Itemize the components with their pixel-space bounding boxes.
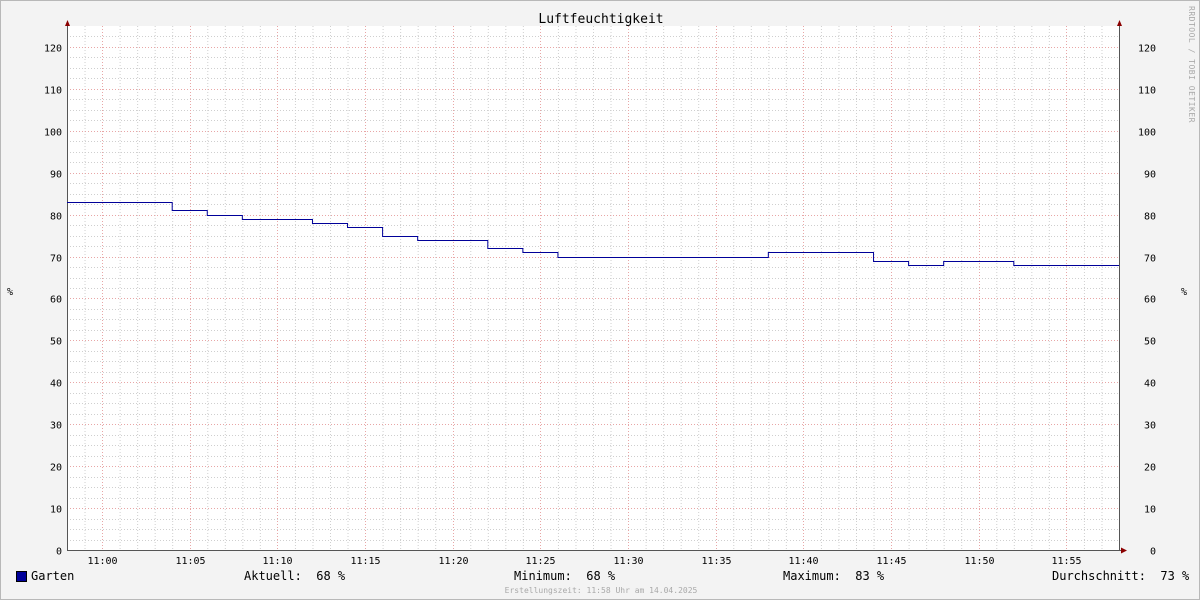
legend: Garten Aktuell: 68 % Minimum: 68 % Maxim… xyxy=(1,569,1200,585)
x-tick-label: 11:45 xyxy=(876,556,906,567)
y-tick-label: 60 xyxy=(1144,295,1156,306)
creation-time-footer: Erstellungszeit: 11:58 Uhr am 14.04.2025 xyxy=(504,586,698,595)
y-tick-label: 0 xyxy=(56,547,62,558)
x-tick-label: 11:15 xyxy=(350,556,380,567)
x-tick-label: 11:10 xyxy=(262,556,292,567)
y-tick-label: 100 xyxy=(1138,128,1156,139)
legend-series-name: Garten xyxy=(31,569,75,583)
y-tick-label: 20 xyxy=(50,463,62,474)
y-tick-label: 30 xyxy=(50,421,62,432)
y-tick-label: 10 xyxy=(50,505,62,516)
y-tick-labels-right: 0 10 20 30 40 50 60 70 80 90 100 110 120 xyxy=(1138,44,1156,558)
y-tick-label: 110 xyxy=(44,86,62,97)
y-tick-label: 50 xyxy=(50,337,62,348)
x-tick-label: 11:35 xyxy=(701,556,731,567)
y-tick-label: 90 xyxy=(50,170,62,181)
x-tick-labels: 11:00 11:05 11:10 11:15 11:20 11:25 11:30 11:35… xyxy=(87,556,1081,567)
y-tick-label: 70 xyxy=(1144,254,1156,265)
y-axis-label-left: % xyxy=(7,287,14,298)
x-tick-label: 11:20 xyxy=(438,556,468,567)
y-tick-label: 20 xyxy=(1144,463,1156,474)
y-tick-labels-left: 0 10 20 30 40 50 60 70 80 90 100 110 120 xyxy=(44,44,62,558)
y-tick-label: 120 xyxy=(1138,44,1156,55)
stat-current: Aktuell: 68 % xyxy=(244,569,346,583)
y-tick-label: 60 xyxy=(50,295,62,306)
y-tick-label: 120 xyxy=(44,44,62,55)
y-tick-label: 50 xyxy=(1144,337,1156,348)
y-tick-label: 100 xyxy=(44,128,62,139)
y-tick-label: 70 xyxy=(50,254,62,265)
x-tick-label: 11:40 xyxy=(788,556,818,567)
y-tick-label: 110 xyxy=(1138,86,1156,97)
legend-swatch-garten xyxy=(16,571,27,582)
y-tick-label: 30 xyxy=(1144,421,1156,432)
x-axis-arrow xyxy=(1121,547,1127,554)
x-tick-label: 11:05 xyxy=(175,556,205,567)
y-tick-label: 90 xyxy=(1144,170,1156,181)
x-tick-label: 11:55 xyxy=(1051,556,1081,567)
chart-title: Luftfeuchtigkeit xyxy=(538,12,664,27)
x-tick-label: 11:25 xyxy=(525,556,555,567)
x-tick-label: 11:00 xyxy=(87,556,117,567)
x-tick-label: 11:30 xyxy=(613,556,643,567)
y-axis-label-right: % xyxy=(1181,287,1188,298)
y-tick-label: 40 xyxy=(50,379,62,390)
y-tick-label: 40 xyxy=(1144,379,1156,390)
chart-canvas: 0 10 20 30 40 50 60 70 80 90 100 110 120 0 10 20 30 40 50… xyxy=(44,20,1156,567)
y-tick-label: 0 xyxy=(1150,547,1156,558)
x-tick-label: 11:50 xyxy=(964,556,994,567)
stat-maximum: Maximum: 83 % xyxy=(783,569,885,583)
stat-minimum: Minimum: 68 % xyxy=(514,569,616,583)
y-tick-label: 10 xyxy=(1144,505,1156,516)
y-tick-label: 80 xyxy=(1144,212,1156,223)
graph-frame: 0 10 20 30 40 50 60 70 80 90 100 110 120 0 10 20 30 40 50… xyxy=(0,0,1200,600)
stat-average: Durchschnitt: 73 % xyxy=(1052,569,1190,583)
y-tick-label: 80 xyxy=(50,212,62,223)
watermark-text: RRDTOOL / TOBI OETIKER xyxy=(1187,6,1196,123)
